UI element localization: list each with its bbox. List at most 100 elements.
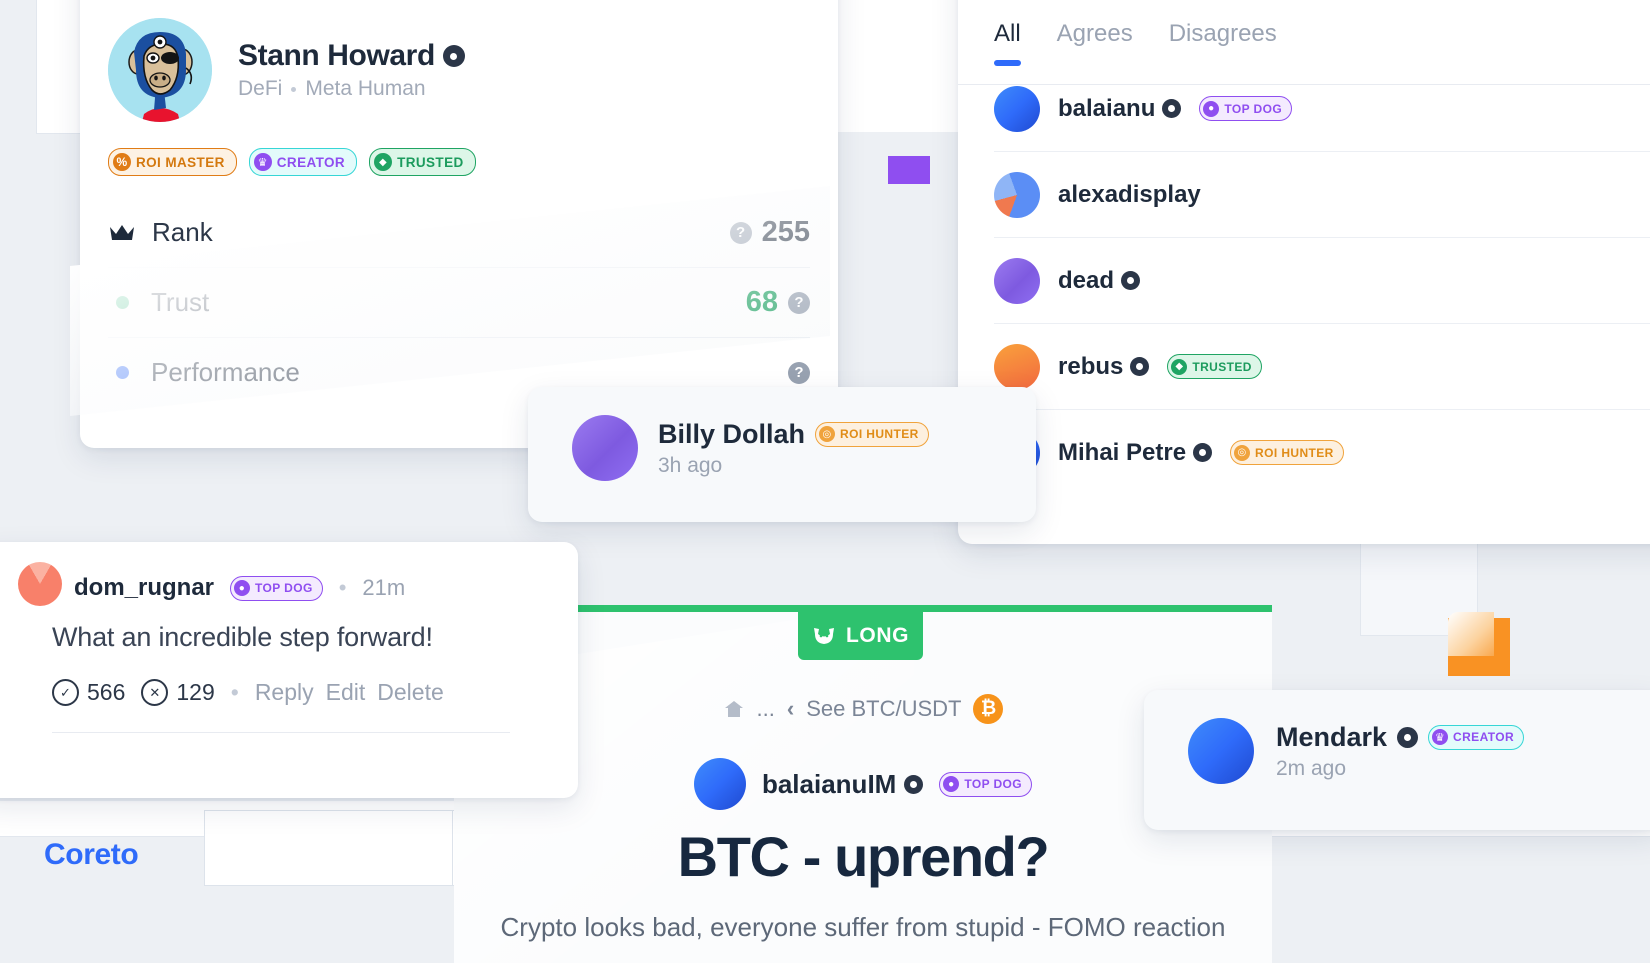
verified-target-icon <box>1121 271 1141 290</box>
card-header: Mendark ♛ CREATOR 2m ago <box>1144 690 1650 784</box>
badge-roi-hunter: ◎ ROI HUNTER <box>815 421 929 447</box>
badge-label: CREATOR <box>276 154 346 170</box>
disagree-count: 129 <box>176 679 215 705</box>
avatar <box>994 85 1040 132</box>
voter-name[interactable]: dead <box>1058 267 1141 295</box>
badge-label: CREATOR <box>1453 730 1515 744</box>
comment-author[interactable]: dom_rugnar <box>74 574 214 602</box>
comment-timestamp: 21m <box>362 575 406 600</box>
voter-row[interactable]: alexadisplay <box>994 152 1650 238</box>
voter-row[interactable]: dead <box>994 238 1650 324</box>
tab-agrees[interactable]: Agrees <box>1057 20 1133 66</box>
user-name[interactable]: Billy Dollah ◎ ROI HUNTER <box>658 419 929 450</box>
separator-dot-label: • <box>230 679 239 705</box>
user-name-label: Mendark <box>1276 721 1388 752</box>
badge-top-dog: ● TOP DOG <box>1199 96 1293 121</box>
voters-tabs: All Agrees Disagrees <box>958 0 1650 85</box>
direction-badge-label: LONG <box>845 624 910 647</box>
mendark-card[interactable]: Mendark ♛ CREATOR 2m ago <box>1144 690 1650 830</box>
diamond-circle-icon: ◆ <box>1171 358 1188 375</box>
voter-name-label: balaianu <box>1058 94 1156 122</box>
comment-header: dom_rugnar ● TOP DOG • 21m <box>0 542 578 602</box>
badge-roi-master[interactable]: % ROI MASTER <box>108 148 237 176</box>
badge-label: ROI HUNTER <box>1255 445 1334 460</box>
separator-dot-label: • <box>338 575 347 600</box>
badge-trusted: ◆ TRUSTED <box>1167 354 1262 379</box>
voter-row[interactable]: Mihai Petre ◎ ROI HUNTER <box>994 410 1650 495</box>
post-author-name[interactable]: balaianuIM <box>762 769 924 800</box>
verified-target-icon <box>1397 726 1419 748</box>
profile-badges: % ROI MASTER ♛ CREATOR ◆ TRUSTED <box>80 122 838 176</box>
dog-circle-icon: ● <box>234 580 251 596</box>
agree-count: 566 <box>87 679 126 705</box>
profile-persona: Meta Human <box>305 77 426 100</box>
verified-target-icon <box>1193 443 1213 462</box>
avatar <box>572 415 638 481</box>
comment-card: dom_rugnar ● TOP DOG • 21m What an incre… <box>0 542 578 798</box>
voter-row[interactable]: balaianu ● TOP DOG <box>994 66 1650 152</box>
breadcrumb-link[interactable]: See BTC/USDT <box>806 696 961 722</box>
target-circle-icon: ◎ <box>819 426 836 442</box>
badge-creator: ♛ CREATOR <box>1428 724 1525 750</box>
crown-icon <box>108 223 136 243</box>
background-purple-chip <box>888 156 930 184</box>
crown-circle-icon: ♛ <box>1432 729 1449 745</box>
voter-name[interactable]: balaianu <box>1058 94 1182 123</box>
voter-name[interactable]: rebus <box>1058 353 1150 381</box>
user-name[interactable]: Mendark ♛ CREATOR <box>1276 721 1525 753</box>
direction-badge-long: LONG <box>798 612 923 660</box>
page-title[interactable]: Stann Howard <box>238 39 465 73</box>
badge-label: ROI HUNTER <box>840 427 919 441</box>
avatar <box>994 257 1040 304</box>
badge-trusted[interactable]: ◆ TRUSTED <box>369 148 476 176</box>
badge-label: ROI MASTER <box>136 154 225 170</box>
badge-label: TRUSTED <box>397 154 464 170</box>
profile-card: Stann Howard DeFi Meta Human % ROI MASTE… <box>70 0 838 448</box>
user-name-label: Billy Dollah <box>658 418 806 449</box>
separator-dot <box>291 86 297 92</box>
profile-name-label: Stann Howard <box>238 39 435 72</box>
badge-creator[interactable]: ♛ CREATOR <box>248 148 358 176</box>
x-circle-icon[interactable]: ✕ <box>141 679 169 706</box>
stat-value-group: ? <box>778 361 810 384</box>
voter-name-label: Mihai Petre <box>1058 438 1187 466</box>
avatar <box>1188 718 1254 784</box>
screenshot-stage: LONG ... ‹ See BTC/USDT ₿ balaianuIM ● T… <box>0 0 1650 963</box>
home-icon[interactable] <box>723 699 745 719</box>
voter-name-label: alexadisplay <box>1058 180 1201 208</box>
profile-header: Stann Howard DeFi Meta Human <box>80 0 838 122</box>
voter-name[interactable]: alexadisplay <box>1058 181 1201 209</box>
verified-target-icon <box>1130 357 1150 376</box>
breadcrumb-ellipsis[interactable]: ... <box>757 696 775 722</box>
chevron-left-icon[interactable]: ‹ <box>787 696 794 722</box>
tab-disagrees[interactable]: Disagrees <box>1169 20 1277 66</box>
profile-subtitle: DeFi Meta Human <box>238 77 465 101</box>
badge-label: TRUSTED <box>1192 359 1252 374</box>
check-circle-icon[interactable]: ✓ <box>52 679 79 706</box>
reply-button[interactable]: Reply <box>255 679 314 706</box>
badge-label: TOP DOG <box>964 777 1023 791</box>
voter-row[interactable]: rebus ◆ TRUSTED <box>994 324 1650 410</box>
timestamp: 3h ago <box>658 453 723 477</box>
bull-head-icon <box>813 628 834 644</box>
tab-all[interactable]: All <box>994 20 1021 66</box>
verified-target-icon <box>904 774 924 794</box>
brand-logo[interactable]: Coreto <box>44 838 139 872</box>
ape-nft-avatar[interactable] <box>108 18 212 122</box>
verified-target-icon <box>1162 99 1182 118</box>
edit-button[interactable]: Edit <box>326 679 366 706</box>
comment-body: What an incredible step forward! <box>52 622 433 652</box>
avatar <box>693 758 746 810</box>
badge-roi-hunter: ◎ ROI HUNTER <box>1230 440 1344 465</box>
delete-button[interactable]: Delete <box>377 679 443 706</box>
comment-divider <box>52 732 510 733</box>
avatar <box>18 562 62 606</box>
target-circle-icon: ◎ <box>1234 444 1251 461</box>
billy-dollah-card[interactable]: Billy Dollah ◎ ROI HUNTER 3h ago <box>528 387 1036 522</box>
help-icon[interactable]: ? <box>788 361 810 384</box>
background-orange-chip-highlight <box>1448 612 1494 656</box>
stat-label-group: Rank <box>108 217 213 248</box>
tabs-underline-rule <box>958 84 1650 85</box>
voter-name[interactable]: Mihai Petre <box>1058 438 1213 467</box>
post-title[interactable]: BTC - uprend? <box>454 824 1272 889</box>
